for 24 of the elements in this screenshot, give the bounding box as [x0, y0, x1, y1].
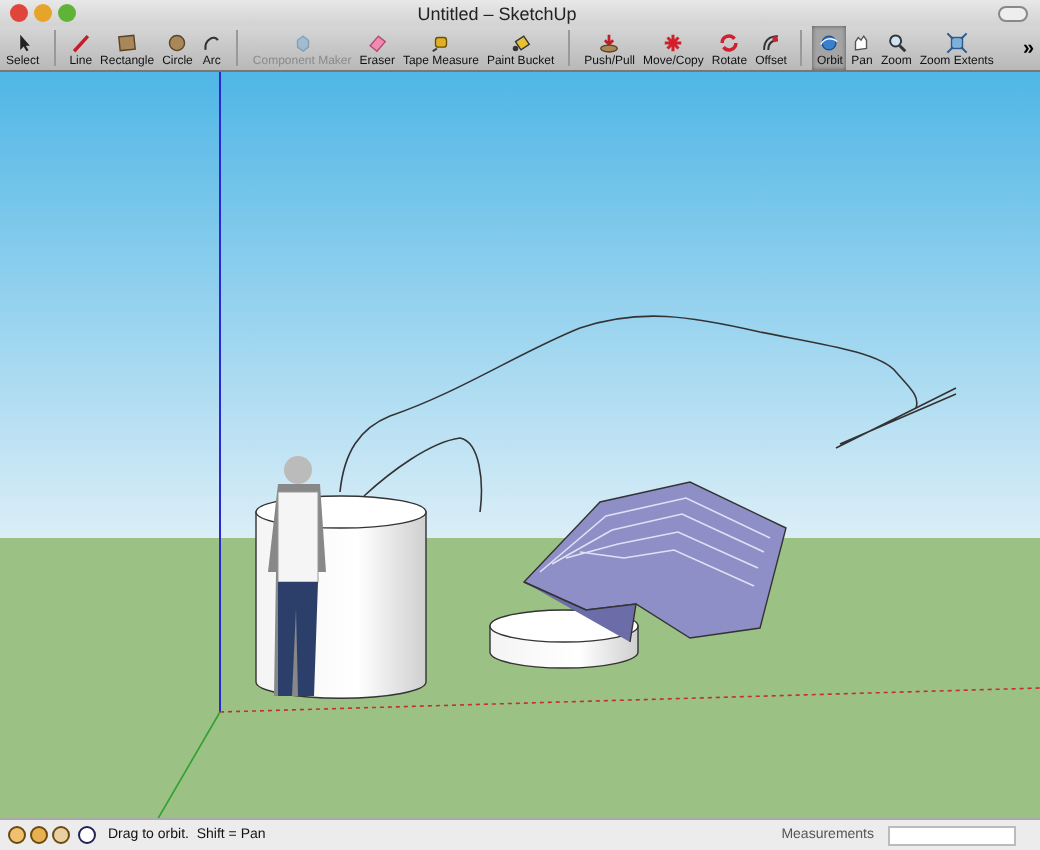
window-title: Untitled – SketchUp [415, 3, 579, 23]
line-tool-icon [69, 32, 92, 54]
bucket-tool-icon [509, 32, 532, 54]
pushpull-tool-icon [598, 32, 621, 54]
arc-tool-icon [200, 32, 223, 54]
toolbar-toggle-button[interactable] [998, 5, 1028, 21]
tape-tool-icon [429, 32, 452, 54]
overflow-button[interactable]: » [1016, 26, 1040, 70]
move-tool-icon [662, 32, 685, 54]
rectangle-tool-icon [116, 32, 139, 54]
extents-tool-icon [945, 32, 968, 54]
zoom-button[interactable] [58, 4, 76, 22]
offset-tool-icon [760, 32, 783, 54]
component-tool-icon [291, 32, 314, 54]
rotate-tool-icon [718, 32, 741, 54]
close-button[interactable] [10, 4, 28, 22]
circle-tool-icon [166, 32, 189, 54]
zoom-tool-icon [885, 32, 908, 54]
measurements-field[interactable] [888, 825, 1016, 845]
orbit-tool-icon [818, 32, 841, 54]
depth-axis-line [155, 711, 221, 818]
minimize-button[interactable] [34, 4, 52, 22]
pan-tool-icon [850, 32, 873, 54]
eraser-tool-icon [366, 32, 389, 54]
